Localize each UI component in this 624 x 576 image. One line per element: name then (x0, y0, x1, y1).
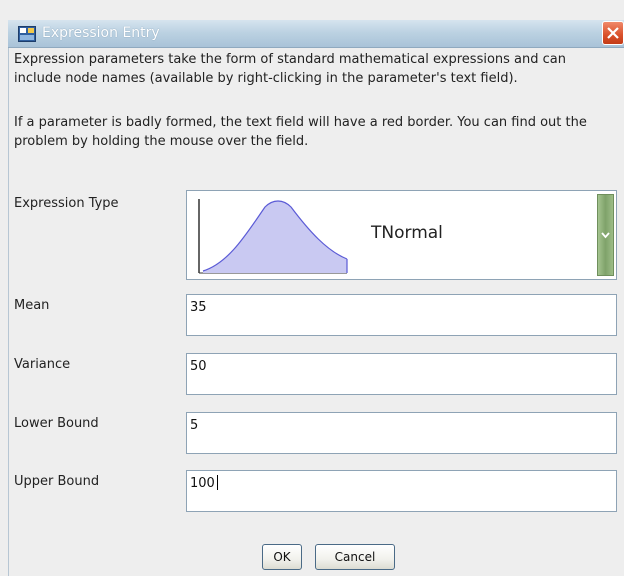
cancel-button[interactable]: Cancel (315, 544, 395, 570)
expression-entry-dialog: Expression Entry Expression parameters t… (0, 0, 624, 576)
close-button[interactable] (602, 21, 624, 45)
app-icon (18, 26, 36, 42)
variance-label: Variance (14, 357, 71, 372)
upper-bound-input[interactable] (190, 472, 610, 494)
ok-button[interactable]: OK (262, 544, 302, 570)
upper-bound-field[interactable] (186, 470, 617, 512)
tnormal-curve-icon (198, 199, 348, 274)
variance-input[interactable] (190, 355, 610, 377)
upper-bound-label: Upper Bound (14, 474, 100, 489)
mean-label: Mean (14, 298, 50, 313)
expression-type-selected-value: TNormal (371, 223, 443, 243)
expression-type-combobox[interactable]: TNormal (186, 190, 617, 280)
chevron-down-icon (601, 232, 610, 239)
lower-bound-field[interactable] (186, 412, 617, 454)
window-left-border (8, 48, 9, 576)
title-bar[interactable]: Expression Entry (8, 20, 624, 48)
expression-type-label: Expression Type (14, 196, 119, 211)
close-icon (607, 27, 619, 39)
window-title: Expression Entry (42, 25, 160, 41)
mean-field[interactable] (186, 294, 617, 336)
lower-bound-label: Lower Bound (14, 416, 99, 431)
combobox-dropdown-button[interactable] (597, 194, 614, 276)
variance-field[interactable] (186, 353, 617, 395)
mean-input[interactable] (190, 296, 610, 318)
lower-bound-input[interactable] (190, 414, 610, 436)
text-caret (217, 475, 218, 490)
description-paragraph-2: If a parameter is badly formed, the text… (14, 115, 587, 149)
description-paragraph-1: Expression parameters take the form of s… (14, 52, 566, 86)
